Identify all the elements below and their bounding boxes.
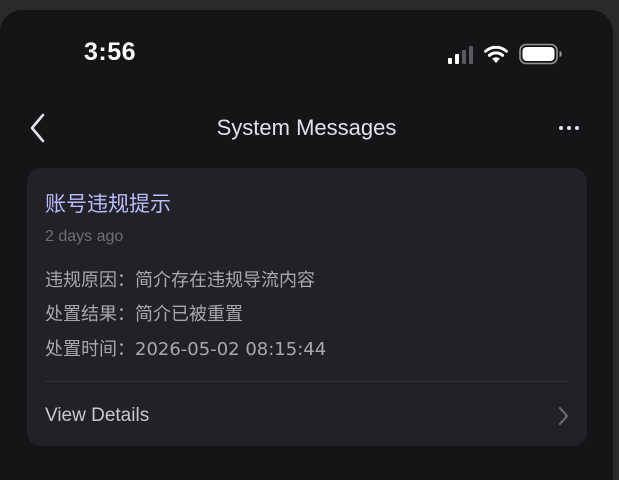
violation-reason: 违规原因：简介存在违规导流内容 xyxy=(45,270,315,291)
more-button[interactable] xyxy=(549,110,589,146)
wifi-icon xyxy=(484,45,508,63)
message-title: 账号违规提示 xyxy=(45,192,171,216)
message-timestamp: 2 days ago xyxy=(45,228,124,245)
action-result: 处置结果：简介已被重置 xyxy=(45,304,243,325)
view-details-button[interactable]: View Details xyxy=(27,382,587,446)
view-details-label: View Details xyxy=(45,405,150,426)
more-dot xyxy=(575,126,579,130)
status-icons xyxy=(448,43,563,65)
more-horizontal-icon xyxy=(559,126,563,130)
battery-icon xyxy=(519,43,562,65)
phone-screen: 3:56 System Messages 账号违规提示 2 days ago 违… xyxy=(0,10,613,480)
action-time: 处置时间：2026-05-02 08:15:44 xyxy=(45,339,327,360)
status-time: 3:56 xyxy=(84,38,137,66)
navigation-bar: System Messages xyxy=(0,102,613,154)
cellular-signal-icon xyxy=(448,45,473,64)
more-dot xyxy=(567,126,571,130)
page-title: System Messages xyxy=(216,115,397,140)
status-bar: 3:56 xyxy=(0,10,613,90)
message-card: 账号违规提示 2 days ago 违规原因：简介存在违规导流内容 处置结果：简… xyxy=(27,168,587,446)
chevron-right-icon xyxy=(559,407,568,425)
